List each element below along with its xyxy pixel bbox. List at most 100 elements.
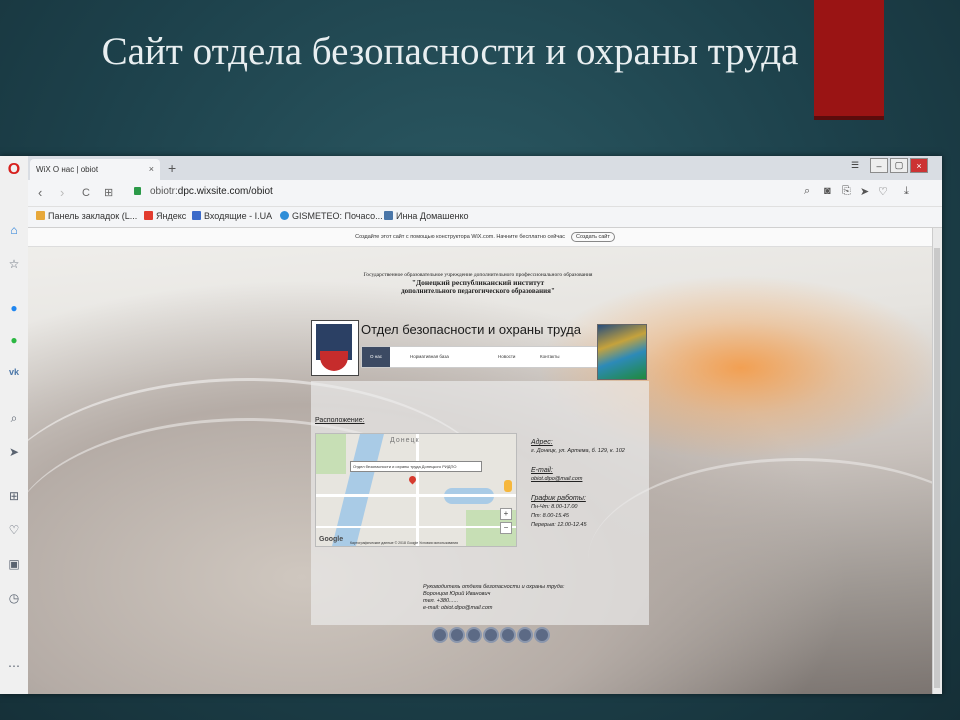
heart-icon[interactable]: ♡ — [878, 185, 888, 198]
wallet-icon[interactable]: ▣ — [4, 554, 24, 574]
zoom-icon[interactable]: ⌕ — [804, 185, 810, 198]
tab-title: WiX О нас | obiot — [36, 165, 99, 174]
bookmark-gismeteo[interactable]: GISMETEO: Почасо... — [280, 211, 383, 221]
institution-header: Государственное образовательное учрежден… — [308, 272, 648, 295]
wix-banner: Создайте этот сайт с помощью конструктор… — [28, 228, 942, 247]
institute-logo — [311, 320, 359, 376]
browser-tab[interactable]: WiX О нас | obiot × — [30, 159, 160, 180]
url-field[interactable]: obiotr:dpc.wixsite.com/obiot — [150, 186, 273, 197]
social-icon[interactable] — [432, 627, 448, 643]
pegman-icon[interactable] — [504, 480, 512, 492]
lock-icon — [134, 187, 141, 195]
email-link[interactable]: obiot.dipo@mail.com — [531, 476, 649, 483]
bookmark-label: GISMETEO: Почасо... — [292, 211, 383, 221]
browser-sidebar: O ⌂ ☆ ● ● vk ⌕ ➤ ⊞ ♡ ▣ ◷ ⋯ — [0, 156, 29, 694]
responsible-person: Руководитель отдела безопасности и охран… — [423, 584, 649, 612]
minimize-button[interactable]: – — [870, 158, 888, 173]
bookmark-panel[interactable]: Панель закладок (L... — [36, 211, 137, 221]
safety-emblem — [597, 324, 647, 380]
search-icon[interactable]: ⌕ — [4, 408, 24, 428]
weather-icon — [280, 211, 289, 220]
whatsapp-icon[interactable]: ● — [4, 330, 24, 350]
speed-dial-button[interactable]: ⊞ — [104, 186, 113, 199]
bookmark-label: Яндекс — [156, 211, 187, 221]
responsible-line: тел. +380...... — [423, 598, 459, 604]
history-icon[interactable]: ◷ — [4, 588, 24, 608]
institution-line3: дополнительного педагогического образова… — [401, 287, 555, 295]
address-value: г. Донецк, ул. Артема, б. 129, к. 102 — [531, 448, 625, 454]
responsible-line: Воронцов Юрий Иванович — [423, 591, 491, 597]
vertical-scrollbar[interactable] — [932, 228, 942, 694]
share-icon[interactable]: ⎘ — [842, 185, 851, 198]
address-heading: Адрес: — [531, 439, 553, 446]
institution-line2: "Донецкий республиканский институт — [411, 278, 545, 287]
back-button[interactable]: ‹ — [38, 185, 42, 200]
social-icon[interactable] — [534, 627, 550, 643]
reload-button[interactable]: C — [82, 187, 90, 199]
bookmark-label: Инна Домашенко — [396, 211, 469, 221]
wix-notice: Создайте этот сайт с помощью конструктор… — [355, 234, 566, 240]
create-site-button[interactable]: Создать сайт — [571, 232, 615, 242]
more-icon[interactable]: ⋯ — [4, 656, 24, 676]
schedule-line: Перерыв: 12.00-12.45 — [531, 522, 587, 528]
contact-info: Адрес: г. Донецк, ул. Артема, б. 129, к.… — [531, 433, 649, 529]
bookmark-vk[interactable]: Инна Домашенко — [384, 211, 469, 221]
bookmark-yandex[interactable]: Яндекс — [144, 211, 186, 221]
mail-icon — [192, 211, 201, 220]
email-heading: E-mail: — [531, 467, 553, 474]
send-icon[interactable]: ➤ — [860, 185, 869, 198]
menu-icon[interactable]: ☰ — [846, 158, 864, 173]
forward-button[interactable]: › — [60, 185, 64, 200]
download-icon[interactable]: ⤓ — [904, 185, 909, 198]
vk-icon[interactable]: vk — [4, 362, 24, 382]
nav-about[interactable]: О нас — [362, 347, 390, 367]
maximize-button[interactable]: ▢ — [890, 158, 908, 173]
responsible-line[interactable]: e-mail: obiot.dipo@mail.com — [423, 605, 649, 612]
content-panel: Расположение: Донецк Отдел безопасности … — [311, 381, 649, 625]
slide-title: Сайт отдела безопасности и охраны труда — [101, 30, 799, 73]
social-icon[interactable] — [500, 627, 516, 643]
nav-news[interactable]: Новости — [498, 354, 515, 359]
schedule-line: Пн-Чт: 8.00-17.00 — [531, 504, 578, 510]
send-icon[interactable]: ➤ — [4, 442, 24, 462]
star-icon[interactable]: ☆ — [4, 254, 24, 274]
heart-icon[interactable]: ♡ — [4, 520, 24, 540]
nav-contacts[interactable]: Контакты — [540, 354, 559, 359]
close-window-button[interactable]: × — [910, 158, 928, 173]
bookmark-mail[interactable]: Входящие - I.UA — [192, 211, 272, 221]
grid-icon[interactable]: ⊞ — [4, 486, 24, 506]
social-icon[interactable] — [449, 627, 465, 643]
social-icon[interactable] — [466, 627, 482, 643]
new-tab-button[interactable]: + — [168, 160, 176, 176]
close-icon[interactable]: × — [149, 164, 154, 174]
yandex-icon — [144, 211, 153, 220]
bookmark-label: Входящие - I.UA — [204, 211, 273, 221]
schedule-heading: График работы: — [531, 495, 586, 502]
page-viewport: Создайте этот сайт с помощью конструктор… — [28, 228, 942, 694]
slide-accent-bar-shadow — [814, 116, 884, 120]
google-map[interactable]: Донецк Отдел безопасности и охраны труда… — [315, 433, 517, 547]
address-bar: ‹ › C ⊞ obiotr:dpc.wixsite.com/obiot ⌕ ◙… — [28, 180, 942, 207]
url-prefix: obiotr — [150, 186, 176, 197]
vk-icon — [384, 211, 393, 220]
opera-icon[interactable]: O — [4, 160, 24, 180]
site-nav: О нас Нормативная база Новости Контакты — [361, 346, 599, 368]
responsible-line: Руководитель отдела безопасности и охран… — [423, 584, 565, 590]
home-icon[interactable]: ⌂ — [4, 220, 24, 240]
map-city-label: Донецк — [390, 437, 420, 444]
url-host: dpc.wixsite.com/obiot — [177, 186, 273, 197]
camera-icon[interactable]: ◙ — [824, 185, 831, 197]
browser-window: O ⌂ ☆ ● ● vk ⌕ ➤ ⊞ ♡ ▣ ◷ ⋯ WiX О нас | o… — [0, 156, 942, 694]
location-label: Расположение: — [315, 417, 365, 424]
google-logo: Google — [319, 536, 344, 543]
zoom-in-button[interactable]: + — [500, 508, 512, 520]
bookmarks-bar: Панель закладок (L... Яндекс Входящие - … — [28, 207, 942, 228]
zoom-out-button[interactable]: − — [500, 522, 512, 534]
messenger-icon[interactable]: ● — [4, 298, 24, 318]
social-icons — [432, 627, 550, 645]
folder-icon — [36, 211, 45, 220]
map-popup: Отдел безопасности и охраны труда Донецк… — [350, 461, 482, 472]
social-icon[interactable] — [483, 627, 499, 643]
nav-regulations[interactable]: Нормативная база — [410, 354, 449, 359]
social-icon[interactable] — [517, 627, 533, 643]
